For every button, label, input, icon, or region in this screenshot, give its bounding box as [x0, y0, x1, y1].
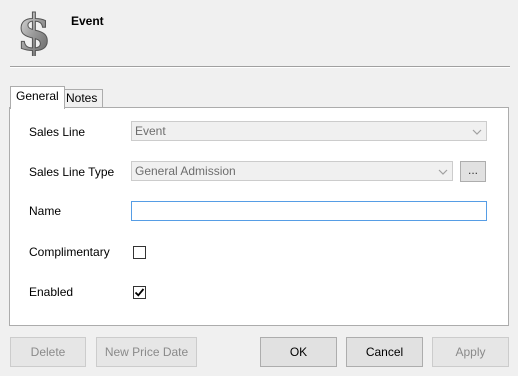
dollar-sign-icon: $	[10, 3, 58, 63]
sales-line-label: Sales Line	[29, 125, 86, 139]
complimentary-checkbox[interactable]	[133, 246, 146, 259]
browse-sales-line-type-button[interactable]: ...	[460, 161, 486, 182]
sales-line-combo[interactable]: Event	[131, 121, 487, 141]
sales-line-value: Event	[135, 124, 166, 138]
header-divider	[10, 66, 510, 68]
tab-general[interactable]: General	[10, 86, 65, 109]
ok-button[interactable]: OK	[260, 337, 337, 367]
name-label: Name	[29, 204, 62, 218]
tab-notes[interactable]: Notes	[61, 89, 104, 108]
checkmark-icon	[134, 288, 145, 297]
chevron-down-icon	[472, 125, 482, 137]
enabled-label: Enabled	[29, 285, 74, 299]
apply-button[interactable]: Apply	[432, 337, 509, 367]
new-price-date-button[interactable]: New Price Date	[96, 337, 197, 367]
cancel-button[interactable]: Cancel	[346, 337, 423, 367]
window-title: Event	[71, 14, 104, 28]
complimentary-label: Complimentary	[29, 245, 110, 259]
chevron-down-icon	[438, 165, 448, 177]
svg-text:$: $	[17, 6, 52, 56]
name-field[interactable]	[131, 201, 487, 221]
delete-button[interactable]: Delete	[10, 337, 86, 367]
enabled-checkbox[interactable]	[133, 286, 146, 299]
sales-line-type-value: General Admission	[135, 164, 236, 178]
sales-line-type-combo[interactable]: General Admission	[131, 161, 453, 181]
sales-line-type-label: Sales Line Type	[29, 165, 115, 179]
